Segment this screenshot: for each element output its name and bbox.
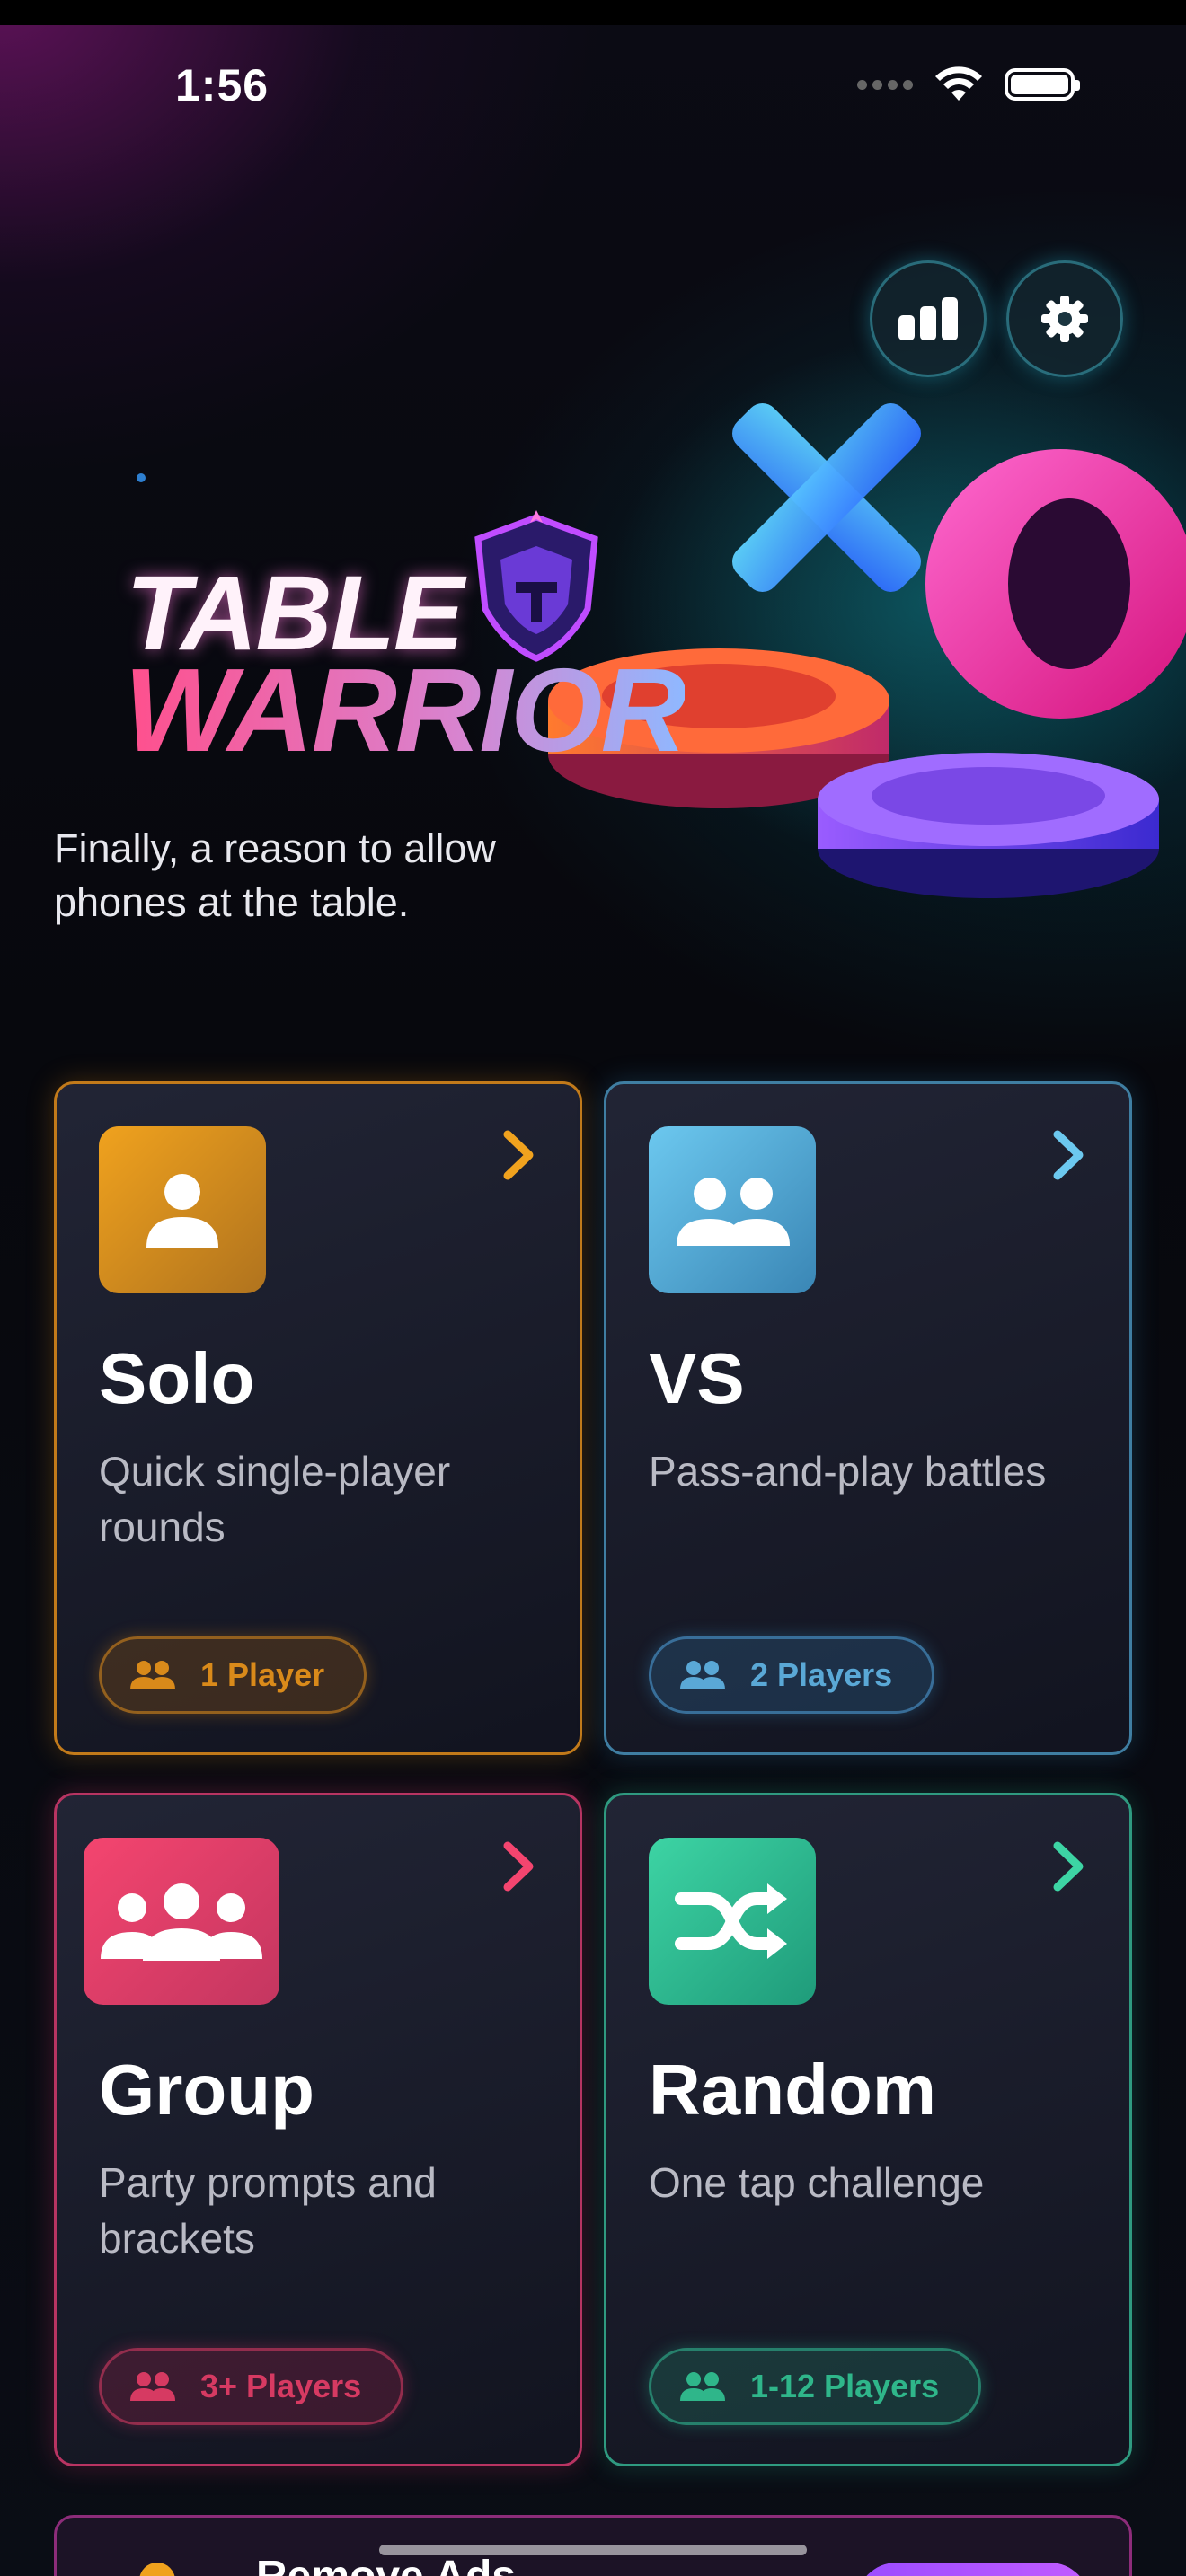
- mode-description: Quick single-player rounds: [99, 1448, 451, 1550]
- player-count-badge: 2 Players: [649, 1636, 935, 1714]
- battery-icon: [1005, 68, 1080, 101]
- chevron-right-icon: [503, 1130, 534, 1180]
- group-icon: [84, 1838, 279, 2005]
- players-icon: [680, 1661, 725, 1689]
- players-icon: [680, 2372, 725, 2401]
- mode-card-solo[interactable]: Solo Quick single-player rounds 1 Player: [54, 1081, 582, 1755]
- home-screen: 1:56 TABLE WARRIOR Finally, a reason to …: [0, 0, 1186, 2576]
- wifi-icon: [933, 65, 985, 104]
- two-people-icon: [649, 1126, 816, 1293]
- mode-card-vs[interactable]: VS Pass-and-play battles 2 Players: [604, 1081, 1132, 1755]
- player-count-badge: 1 Player: [99, 1636, 367, 1714]
- player-count-badge: 3+ Players: [99, 2348, 404, 2425]
- home-indicator: [379, 2545, 807, 2555]
- remove-ads-button[interactable]: [856, 2563, 1090, 2576]
- chevron-right-icon: [1053, 1841, 1084, 1892]
- player-count-label: 1 Player: [200, 1656, 325, 1693]
- bar-chart-icon: [898, 297, 958, 340]
- status-indicators: [857, 65, 1080, 104]
- mode-description: Party prompts and brackets: [99, 2159, 437, 2262]
- mode-card-random[interactable]: Random One tap challenge 1-12 Players: [604, 1793, 1132, 2466]
- player-count-label: 1-12 Players: [750, 2368, 940, 2404]
- tagline: Finally, a reason to allow phones at the…: [54, 825, 496, 925]
- mode-title: Group: [99, 2050, 314, 2130]
- player-count-badge: 1-12 Players: [649, 2348, 982, 2425]
- shield-helmet-icon: [474, 510, 598, 662]
- decorative-dot: [137, 473, 146, 482]
- player-count-label: 3+ Players: [200, 2368, 362, 2404]
- chevron-right-icon: [503, 1841, 534, 1892]
- gear-icon: [1041, 296, 1088, 342]
- chevron-right-icon: [1053, 1130, 1084, 1180]
- mode-title: Solo: [99, 1338, 255, 1418]
- x-piece-icon: [732, 403, 921, 592]
- mode-title: VS: [649, 1338, 745, 1418]
- players-icon: [130, 1661, 175, 1689]
- person-icon: [99, 1126, 266, 1293]
- remove-ads-title: Remove Ads: [256, 2552, 516, 2576]
- cellular-signal-icon: [857, 79, 913, 90]
- mode-title: Random: [649, 2050, 936, 2130]
- top-edge: [0, 0, 1186, 25]
- shuffle-icon: [649, 1838, 816, 2005]
- mode-description: Pass-and-play battles: [649, 1448, 1047, 1495]
- player-count-label: 2 Players: [750, 1656, 893, 1693]
- status-time: 1:56: [175, 60, 270, 110]
- players-icon: [130, 2372, 175, 2401]
- mode-card-group[interactable]: Group Party prompts and brackets 3+ Play…: [54, 1793, 582, 2466]
- purple-puck-icon: [818, 753, 1159, 898]
- ad-icon: [139, 2563, 175, 2576]
- o-piece-icon: [925, 449, 1186, 719]
- battery-level: [1011, 75, 1068, 94]
- mode-description: One tap challenge: [649, 2159, 985, 2206]
